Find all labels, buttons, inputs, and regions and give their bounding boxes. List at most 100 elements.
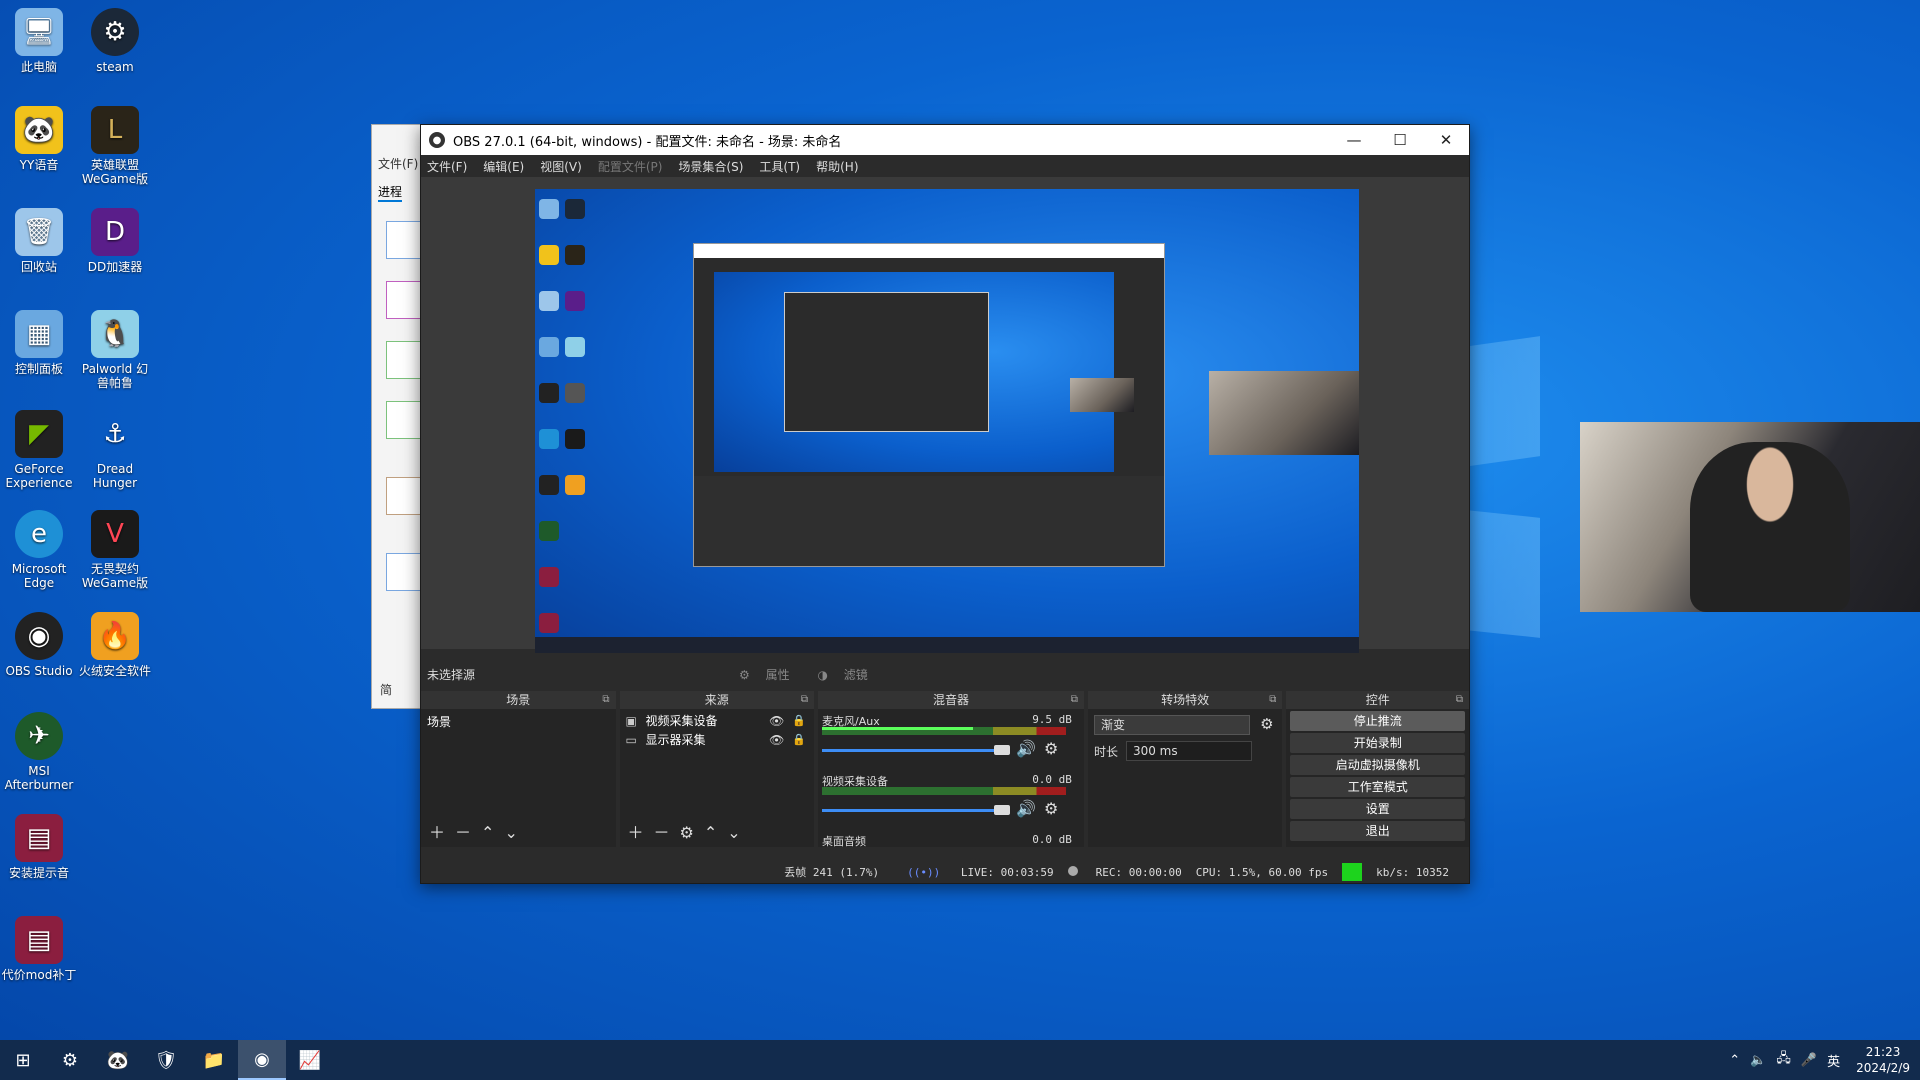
desktop-icon-huorong[interactable]: 🔥 火绒安全软件 (76, 612, 154, 678)
gear-icon[interactable]: ⚙ (1044, 799, 1058, 818)
slider-handle[interactable] (994, 745, 1010, 755)
start-recording-button[interactable]: 开始录制 (1290, 733, 1466, 753)
menu-profile[interactable]: 配置文件(P) (598, 158, 663, 175)
exit-button[interactable]: 退出 (1290, 821, 1466, 841)
title-bar: ● OBS 27.0.1 (64-bit, windows) - 配置文件: 未… (421, 125, 1469, 155)
input-language[interactable]: 英 (1827, 1051, 1840, 1070)
menu-file[interactable]: 文件(F) (378, 155, 418, 172)
desktop-icon-afterburner[interactable]: ✈ MSI Afterburner (0, 712, 78, 792)
microphone-icon[interactable]: 🎤 (1801, 1053, 1817, 1068)
desktop-icon-geforce[interactable]: ◤ GeForce Experience (0, 410, 78, 490)
desktop-icon-dd[interactable]: D DD加速器 (76, 208, 154, 274)
palworld-icon: 🐧 (91, 310, 139, 358)
undock-icon[interactable]: ⧉ (1456, 691, 1463, 709)
gear-icon[interactable]: ⚙ (1044, 739, 1058, 758)
menu-edit[interactable]: 编辑(E) (483, 158, 524, 175)
undock-icon[interactable]: ⧉ (1071, 691, 1078, 709)
menu-file[interactable]: 文件(F) (427, 158, 467, 175)
scene-item[interactable]: 场景 (423, 711, 614, 732)
move-up-icon[interactable]: ⌃ (704, 823, 727, 842)
system-tray: ⌃ 🔈 🖧 🎤 英 21:23 2024/2/9 (1719, 1044, 1920, 1076)
menu-help[interactable]: 帮助(H) (816, 158, 858, 175)
network-icon[interactable]: 🖧 (1776, 1049, 1791, 1071)
camera-icon: ▣ (625, 713, 637, 728)
collapse-label[interactable]: 简 (380, 681, 392, 698)
speaker-icon[interactable]: 🔊 (1016, 739, 1036, 758)
visibility-eye-icon[interactable]: 👁 (769, 733, 784, 747)
nested-obs-preview (693, 243, 1165, 567)
status-bar: 丢帧 241 (1.7%) ((•)) LIVE: 00:03:59 REC: … (421, 861, 1469, 883)
source-item[interactable]: ▣ 视频采集设备 👁 🔒 (622, 711, 813, 730)
desktop-icon-dread-hunger[interactable]: ⚓ Dread Hunger (76, 410, 154, 490)
slider-handle[interactable] (994, 805, 1010, 815)
add-icon[interactable]: ＋ (628, 823, 654, 842)
gear-icon[interactable]: ⚙ (680, 823, 704, 842)
desktop-icon-recycle-bin[interactable]: 🗑 回收站 (0, 208, 78, 274)
broadcast-icon: ((•)) (907, 865, 941, 879)
task-manager-window[interactable]: 文件(F) 进程 简 (371, 124, 422, 709)
chevron-up-icon[interactable]: ⌃ (1729, 1053, 1740, 1068)
source-item[interactable]: ▭ 显示器采集 👁 🔒 (622, 730, 813, 749)
visibility-eye-icon[interactable]: 👁 (769, 714, 784, 728)
undock-icon[interactable]: ⧉ (1269, 691, 1276, 709)
menu-tools[interactable]: 工具(T) (759, 158, 800, 175)
stop-streaming-button[interactable]: 停止推流 (1290, 711, 1466, 731)
remove-icon[interactable]: － (654, 823, 680, 842)
move-down-icon[interactable]: ⌄ (727, 823, 750, 842)
lock-icon[interactable]: 🔒 (792, 714, 806, 727)
geforce-icon: ◤ (15, 410, 63, 458)
desktop-icon-edge[interactable]: e Microsoft Edge (0, 510, 78, 590)
stream-health-indicator (1342, 863, 1363, 881)
virtual-camera-button[interactable]: 启动虚拟摄像机 (1290, 755, 1466, 775)
menu-scene-collection[interactable]: 场景集合(S) (678, 158, 743, 175)
windows-start-icon[interactable]: ⊞ (0, 1040, 46, 1080)
duration-input[interactable]: 300 ms (1125, 741, 1252, 761)
huorong-icon[interactable]: 🛡 (142, 1040, 190, 1080)
mini-graph (386, 341, 422, 379)
preview-taskbar (535, 637, 1359, 653)
mini-graph (386, 477, 422, 515)
obs-icon[interactable]: ◉ (238, 1040, 286, 1080)
undock-icon[interactable]: ⧉ (602, 691, 609, 709)
move-up-icon[interactable]: ⌃ (481, 823, 504, 842)
desktop-icon-yy[interactable]: 🐼 YY语音 (0, 106, 78, 172)
add-icon[interactable]: ＋ (429, 823, 455, 842)
tab-processes[interactable]: 进程 (378, 183, 403, 202)
desktop-icon-obs[interactable]: ◉ OBS Studio (0, 612, 78, 678)
move-down-icon[interactable]: ⌄ (504, 823, 527, 842)
close-icon[interactable]: ✕ (1423, 125, 1469, 155)
minimize-icon[interactable]: — (1331, 125, 1377, 155)
filters-button[interactable]: ◑ 滤镜 (817, 668, 879, 682)
volume-slider[interactable] (822, 749, 1002, 752)
desktop-icon-this-pc[interactable]: 🖥 此电脑 (0, 8, 78, 74)
preview-area[interactable] (421, 177, 1469, 653)
gear-icon[interactable]: ⚙ (1260, 715, 1273, 733)
mini-graph (386, 221, 422, 259)
speaker-icon[interactable]: 🔊 (1016, 799, 1036, 818)
desktop-icon-winrar-1[interactable]: ▤ 安装提示音 (0, 814, 78, 880)
desktop-icon-palworld[interactable]: 🐧 Palworld 幻兽帕鲁 (76, 310, 154, 390)
desktop-icon-steam[interactable]: ⚙ steam (76, 8, 154, 74)
menu-view[interactable]: 视图(V) (540, 158, 582, 175)
maximize-icon[interactable]: ☐ (1377, 125, 1423, 155)
undock-icon[interactable]: ⧉ (801, 691, 808, 709)
remove-icon[interactable]: － (455, 823, 481, 842)
obs-window[interactable]: ● OBS 27.0.1 (64-bit, windows) - 配置文件: 未… (420, 124, 1470, 884)
yy-icon[interactable]: 🐼 (94, 1040, 142, 1080)
volume-slider[interactable] (822, 809, 1002, 812)
lock-icon[interactable]: 🔒 (792, 733, 806, 746)
steam-icon[interactable]: ⚙ (46, 1040, 94, 1080)
desktop-icon-lol[interactable]: L 英雄联盟WeGame版 (76, 106, 154, 186)
studio-mode-button[interactable]: 工作室模式 (1290, 777, 1466, 797)
desktop-icon-winrar-2[interactable]: ▤ 代价mod补丁 (0, 916, 78, 982)
taskmgr-icon[interactable]: 📈 (286, 1040, 334, 1080)
volume-icon[interactable]: 🔈 (1750, 1053, 1766, 1068)
properties-button[interactable]: ⚙ 属性 (739, 668, 802, 682)
desktop-icon-control-panel[interactable]: ▦ 控制面板 (0, 310, 78, 376)
folder-icon[interactable]: 📁 (190, 1040, 238, 1080)
transition-select[interactable]: 渐变 (1093, 715, 1250, 735)
desktop-icon-valorant[interactable]: V 无畏契约WeGame版 (76, 510, 154, 590)
settings-button[interactable]: 设置 (1290, 799, 1466, 819)
preview-canvas[interactable] (535, 189, 1359, 653)
clock[interactable]: 21:23 2024/2/9 (1856, 1044, 1910, 1076)
